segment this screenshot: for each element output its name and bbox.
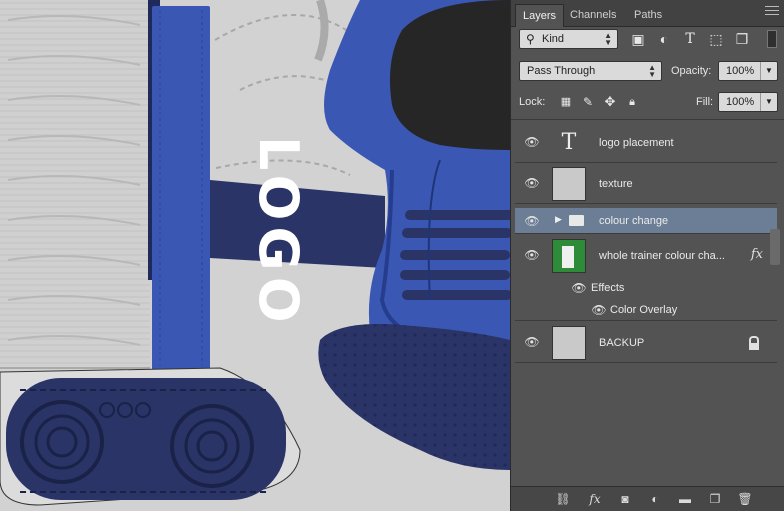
shape-filter-icon[interactable]: ⬚ <box>707 30 725 48</box>
lock-transparent-pixels-icon[interactable]: ▦ <box>557 93 575 111</box>
link-layers-icon[interactable]: ⛓︎ <box>555 491 571 507</box>
layers-bottom-toolbar: ⛓︎ fx ◙ ◐ ▬ ❐ 🗑︎ <box>511 486 784 511</box>
fill-label: Fill: <box>696 96 714 108</box>
blend-mode-dropdown[interactable]: Pass Through ▲ ▼ <box>519 61 662 81</box>
layer-thumbnail <box>552 167 586 201</box>
search-icon: ⚲ <box>526 32 535 46</box>
opacity-value: 100% <box>726 65 755 77</box>
panel-menu-icon[interactable] <box>765 6 779 16</box>
visibility-eye-icon[interactable]: 👁︎ <box>591 303 607 317</box>
visibility-eye-icon[interactable]: 👁︎ <box>524 135 540 149</box>
new-layer-icon[interactable]: ❐ <box>707 491 723 507</box>
chevron-updown-icon: ▲ ▼ <box>604 31 612 47</box>
image-filter-icon[interactable]: ▣ <box>629 30 647 48</box>
layer-thumbnail <box>552 326 586 360</box>
logo-placement-text: LOGO <box>247 136 310 329</box>
tab-channels[interactable]: Channels <box>563 4 623 26</box>
panel-tab-bar: Layers Channels Paths <box>511 0 784 27</box>
lock-position-icon[interactable]: ✥ <box>601 93 619 111</box>
opacity-field[interactable]: 100% ▼ <box>718 61 778 81</box>
tab-layers[interactable]: Layers <box>515 4 565 27</box>
type-filter-icon[interactable]: T <box>681 30 699 48</box>
visibility-eye-icon[interactable]: 👁︎ <box>524 176 540 190</box>
visibility-eye-icon[interactable]: 👁︎ <box>524 335 540 349</box>
chevron-updown-icon: ▲ ▼ <box>648 63 656 79</box>
layer-name: texture <box>599 178 633 190</box>
effect-name: Color Overlay <box>610 304 678 316</box>
layer-name: colour change <box>599 215 669 227</box>
visibility-eye-icon[interactable]: 👁︎ <box>524 214 540 228</box>
layer-name: BACKUP <box>599 337 645 349</box>
expand-triangle-icon[interactable]: ▶ <box>555 214 562 225</box>
effects-label: Effects <box>591 282 625 294</box>
delete-layer-icon[interactable]: 🗑︎ <box>737 491 753 507</box>
layer-thumbnail <box>552 239 586 273</box>
effect-row-color-overlay[interactable]: 👁︎ Color Overlay <box>515 299 777 321</box>
filter-toggle[interactable] <box>767 30 777 48</box>
chevron-down-icon[interactable]: ▼ <box>760 62 777 80</box>
layer-row-whole-trainer[interactable]: 👁︎ whole trainer colour cha... fx <box>515 236 777 276</box>
fill-field[interactable]: 100% ▼ <box>718 92 778 112</box>
visibility-eye-icon[interactable]: 👁︎ <box>571 281 587 295</box>
lock-all-icon[interactable]: 🔒︎ <box>623 93 641 111</box>
lock-label: Lock: <box>519 96 546 108</box>
new-group-icon[interactable]: ▬ <box>677 491 693 507</box>
layer-row-colour-change[interactable]: 👁︎ ▶ colour change <box>515 208 777 234</box>
layer-name: logo placement <box>599 137 674 149</box>
fx-icon[interactable]: fx <box>587 491 603 507</box>
layer-name: whole trainer colour cha... <box>599 250 725 262</box>
lock-image-pixels-icon[interactable]: ✎ <box>579 93 597 111</box>
lock-icon <box>749 336 759 350</box>
layers-scrollbar[interactable] <box>770 229 780 265</box>
text-layer-icon: T <box>561 130 577 155</box>
add-mask-icon[interactable]: ◙ <box>617 491 633 507</box>
document-canvas[interactable]: LOGO <box>0 0 510 511</box>
layer-row-texture[interactable]: 👁︎ texture <box>515 164 777 204</box>
visibility-eye-icon[interactable]: 👁︎ <box>524 248 540 262</box>
filter-kind-dropdown[interactable]: ⚲ Kind ▲ ▼ <box>519 29 618 49</box>
adjustment-layer-icon[interactable]: ◐ <box>647 491 663 507</box>
layers-panel: Layers Channels Paths ⚲ Kind ▲ ▼ ▣ ◐ T ⬚ … <box>510 0 784 511</box>
opacity-label: Opacity: <box>671 65 712 77</box>
smart-object-filter-icon[interactable]: ❐ <box>733 30 751 48</box>
fill-value: 100% <box>726 96 755 108</box>
adjustment-filter-icon[interactable]: ◐ <box>655 30 673 48</box>
layer-row-logo-placement[interactable]: 👁︎ T logo placement <box>515 123 777 163</box>
filter-kind-label: Kind <box>542 33 565 45</box>
folder-icon <box>569 215 584 226</box>
layer-row-backup[interactable]: 👁︎ BACKUP <box>515 323 777 363</box>
effects-row[interactable]: 👁︎ Effects <box>515 278 777 298</box>
blend-mode-label: Pass Through <box>527 65 596 77</box>
tab-paths[interactable]: Paths <box>627 4 669 26</box>
fx-icon[interactable]: fx <box>751 247 763 262</box>
chevron-down-icon[interactable]: ▼ <box>760 93 777 111</box>
